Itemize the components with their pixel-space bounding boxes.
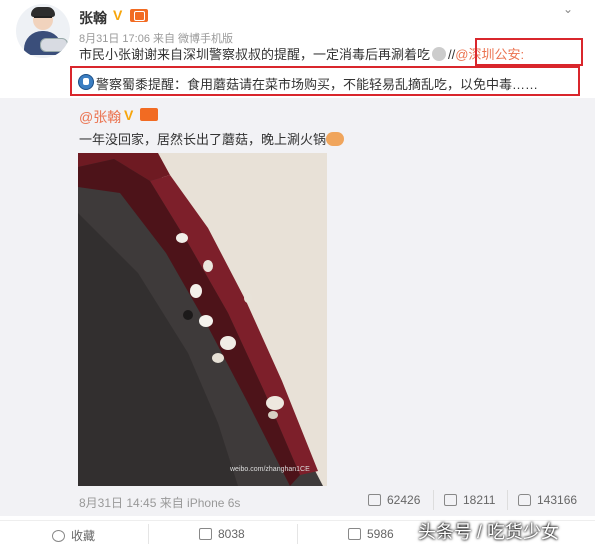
chevron-down-icon[interactable]: ⌄	[563, 2, 573, 16]
post-text-main: 市民小张谢谢来自深圳警察叔叔的提醒，一定消毒后再涮着吃	[79, 47, 431, 62]
repost-like-button[interactable]: 143166	[518, 493, 577, 507]
vip-icon	[140, 108, 158, 121]
collect-label: 收藏	[71, 529, 96, 543]
divider	[433, 490, 434, 510]
star-icon	[52, 530, 65, 542]
post-text: 市民小张谢谢来自深圳警察叔叔的提醒，一定消毒后再涮着吃//@深圳公安:	[79, 44, 524, 63]
repost-comment-button[interactable]: 18211	[444, 493, 495, 507]
source-watermark: 头条号 / 吃货少女	[418, 522, 560, 542]
forward-icon	[199, 528, 212, 540]
share-count: 62426	[387, 493, 421, 507]
hand-emoji-icon	[326, 132, 345, 146]
avatar[interactable]	[16, 4, 70, 58]
comment-button[interactable]: 5986	[348, 527, 394, 541]
verified-icon: V	[113, 7, 123, 23]
avatar-car	[40, 38, 68, 52]
like-count: 143166	[537, 493, 578, 507]
repost-photo[interactable]	[78, 153, 327, 486]
divider	[507, 490, 508, 510]
divider	[297, 524, 298, 544]
forward-button[interactable]: 8038	[199, 527, 245, 541]
highlight-box-mention	[475, 38, 583, 66]
vip-icon	[130, 9, 148, 22]
forward-count: 8038	[218, 527, 245, 541]
avatar-glasses	[34, 16, 52, 21]
highlight-box-quote	[70, 66, 580, 96]
collect-button[interactable]: 收藏	[52, 527, 95, 544]
share-icon	[368, 494, 381, 506]
verified-icon: V	[124, 107, 134, 123]
comment-count: 18211	[463, 493, 496, 507]
weibo-post: 张翰 V 8月31日 17:06 来自 微博手机版 ⌄ 市民小张谢谢来自深圳警察…	[0, 0, 595, 548]
divider	[148, 524, 149, 544]
skull-emoji-icon	[432, 47, 447, 61]
repost-author[interactable]: @张翰	[79, 107, 121, 127]
author-name[interactable]: 张翰	[79, 8, 107, 28]
comment-icon	[444, 494, 457, 506]
photo-watermark: weibo.com/zhanghan1CE	[230, 466, 310, 473]
repost-text: 一年没回家，居然长出了蘑菇，晚上涮火锅	[79, 129, 345, 148]
repost-text-main: 一年没回家，居然长出了蘑菇，晚上涮火锅	[79, 132, 327, 147]
repost-share-button[interactable]: 62426	[368, 493, 420, 507]
photo-illustration	[78, 153, 327, 486]
footer-comment-count: 5986	[367, 527, 394, 541]
comment-icon	[348, 528, 361, 540]
repost-time: 8月31日 14:45 来自 iPhone 6s	[79, 496, 241, 510]
thumbs-up-icon	[518, 494, 531, 506]
